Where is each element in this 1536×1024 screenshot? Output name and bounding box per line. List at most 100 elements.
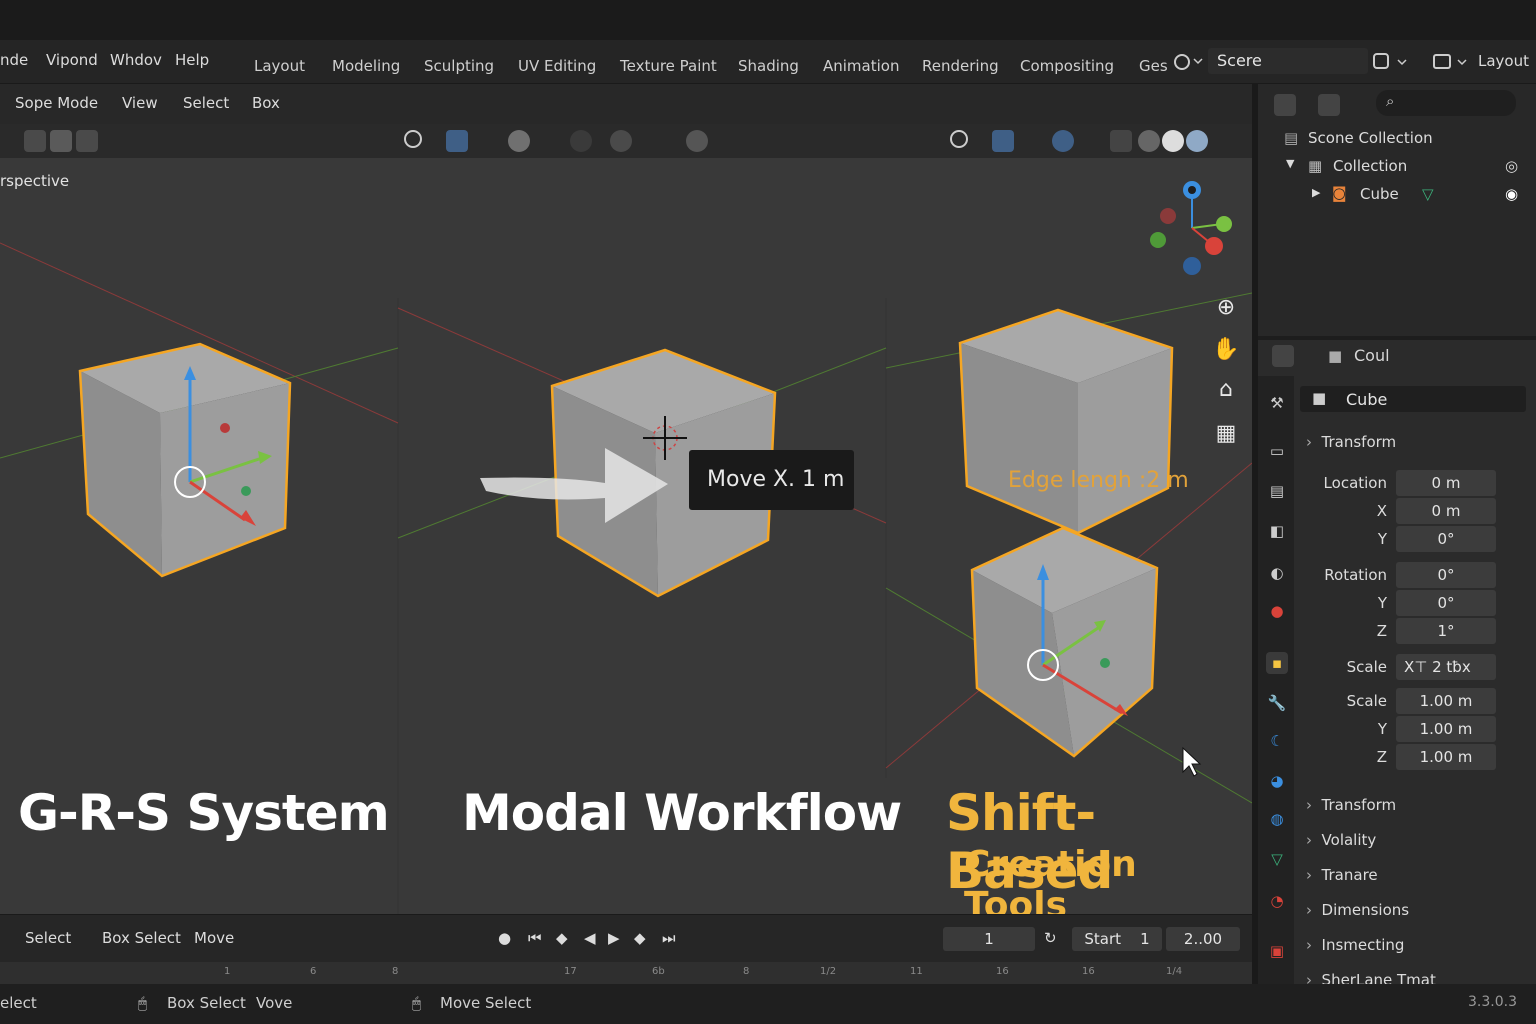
pan-hand-icon[interactable]: ✋	[1210, 334, 1242, 366]
menu-box[interactable]: Box	[252, 94, 280, 112]
scale-z-field[interactable]: 1.00 m	[1396, 744, 1496, 770]
navigation-gizmo[interactable]	[1150, 181, 1232, 275]
outliner-search-input[interactable]: ⌕	[1376, 90, 1516, 116]
modifier-tab-icon[interactable]: 🔧	[1266, 692, 1288, 714]
end-frame-field[interactable]: 2..00	[1166, 927, 1240, 951]
shading-material-icon[interactable]	[1186, 130, 1208, 152]
location-x-field[interactable]: 0 m	[1396, 470, 1496, 496]
physics-tab-icon[interactable]: ◕	[1266, 770, 1288, 792]
preview-range-icon[interactable]: ↻	[1044, 929, 1057, 947]
transform-section-header[interactable]: › Transform	[1306, 433, 1396, 451]
zoom-icon[interactable]: ⊕	[1210, 292, 1242, 324]
camera-view-icon[interactable]: ⌂	[1210, 374, 1242, 406]
tab-modeling[interactable]: Modeling	[332, 57, 400, 75]
prev-keyframe-icon[interactable]: ◆	[556, 929, 568, 947]
tab-texture-paint[interactable]: Texture Paint	[620, 57, 717, 75]
object-name-field[interactable]: ■ Cube	[1300, 386, 1526, 412]
scale-x-field[interactable]: 1.00 m	[1396, 688, 1496, 714]
visibility-icon[interactable]	[950, 130, 968, 148]
snap-icon[interactable]	[508, 130, 530, 152]
select-mode-vertex-icon[interactable]	[24, 130, 46, 152]
shading-wire-icon[interactable]	[1138, 130, 1160, 152]
display-mode-icon[interactable]	[1318, 94, 1340, 116]
tab-geometry[interactable]: Ges	[1139, 57, 1168, 75]
scene-tab-icon[interactable]: ◐	[1266, 562, 1288, 584]
scale-mode-dropdown[interactable]: X⊤ 2 tƀx	[1396, 654, 1496, 680]
menu-select[interactable]: Select	[183, 94, 229, 112]
menu-window[interactable]: nde	[0, 51, 28, 69]
cube-left[interactable]	[78, 342, 292, 578]
timeline-box-select[interactable]: Box Select	[102, 929, 181, 947]
scene-collection-label[interactable]: Scone Collection	[1308, 129, 1433, 147]
scale-y-field[interactable]: 1.00 m	[1396, 716, 1496, 742]
dimensions-section-header[interactable]: › Dimensions	[1306, 901, 1409, 919]
3d-viewport[interactable]: rspective ⊕ ✋ ⌂ ▦ Move X. 1 m Edge lengh…	[0, 158, 1252, 914]
expand-cube-icon[interactable]: ▶	[1312, 186, 1320, 199]
jump-end-icon[interactable]: ⏭	[662, 929, 676, 947]
object-tab-icon[interactable]: ▪	[1266, 652, 1288, 674]
output-tab-icon[interactable]: ▤	[1266, 480, 1288, 502]
view-layer-icon[interactable]	[1432, 51, 1472, 73]
menu-vipond[interactable]: Vipond	[46, 51, 98, 69]
tranare-section-header[interactable]: › Tranare	[1306, 866, 1378, 884]
volatility-section-header[interactable]: › Volality	[1306, 831, 1376, 849]
view-layer-name[interactable]: Layout	[1478, 52, 1529, 70]
menu-help[interactable]: Help	[175, 51, 209, 69]
location-y-field[interactable]: 0 m	[1396, 498, 1496, 524]
visibility-eye-icon[interactable]: ◉	[1505, 185, 1518, 203]
collection-label[interactable]: Collection	[1333, 157, 1407, 175]
falloff-icon[interactable]	[610, 130, 632, 152]
tab-compositing[interactable]: Compositing	[1020, 57, 1114, 75]
menu-view[interactable]: View	[122, 94, 158, 112]
insmecting-section-header[interactable]: › Insmecting	[1306, 936, 1404, 954]
new-scene-icon[interactable]	[1372, 51, 1412, 73]
scene-selector[interactable]: Scere	[1208, 48, 1368, 74]
timeline-ruler[interactable]: 1 6 8 17 6b 8 1/2 11 16 16 1/4	[0, 962, 1252, 984]
overlay-toggle-icon[interactable]	[686, 130, 708, 152]
timeline-select-menu[interactable]: Select	[25, 929, 71, 947]
tab-rendering[interactable]: Rendering	[922, 57, 999, 75]
play-reverse-icon[interactable]: ◀	[584, 929, 596, 947]
collection-exclude-icon[interactable]: ◎	[1505, 157, 1518, 175]
select-mode-face-icon[interactable]	[76, 130, 98, 152]
particles-tab-icon[interactable]: ☾	[1266, 730, 1288, 752]
transform2-section-header[interactable]: › Transform	[1306, 796, 1396, 814]
rotation-x-field[interactable]: 0°	[1396, 562, 1496, 588]
rotation-z-field[interactable]: 1°	[1396, 618, 1496, 644]
proportional-icon[interactable]	[570, 130, 592, 152]
expand-collection-icon[interactable]: ▼	[1286, 157, 1294, 170]
tab-animation[interactable]: Animation	[823, 57, 899, 75]
ortho-grid-icon[interactable]: ▦	[1210, 418, 1242, 450]
timeline-move[interactable]: Move	[194, 929, 234, 947]
world-tab-icon[interactable]: ●	[1266, 600, 1288, 622]
tab-shading[interactable]: Shading	[738, 57, 799, 75]
tab-layout[interactable]: Layout	[254, 57, 305, 75]
cube-right-bottom[interactable]	[970, 526, 1159, 758]
cube-label[interactable]: Cube	[1360, 185, 1399, 203]
editor-type-icon[interactable]	[1274, 94, 1296, 116]
tab-uv-editing[interactable]: UV Editing	[518, 57, 596, 75]
menu-window2[interactable]: Whdov	[110, 51, 162, 69]
location-z-field[interactable]: 0°	[1396, 526, 1496, 552]
last-section-header[interactable]: › SherLane Tmat	[1306, 971, 1436, 984]
cube-right-top[interactable]	[958, 308, 1174, 535]
select-mode-edge-icon[interactable]	[50, 130, 72, 152]
material-tab-icon[interactable]: ◔	[1266, 890, 1288, 912]
render-tab-icon[interactable]: ▭	[1266, 440, 1288, 462]
gizmo-icon[interactable]	[992, 130, 1014, 152]
record-icon[interactable]: ●	[498, 929, 511, 947]
current-frame-field[interactable]: 1	[943, 927, 1035, 951]
texture-tab-icon[interactable]: ▣	[1266, 940, 1288, 962]
overlays-icon[interactable]	[1052, 130, 1074, 152]
view-layer-tab-icon[interactable]: ◧	[1266, 520, 1288, 542]
mode-selector[interactable]: Sope Mode	[15, 94, 98, 112]
data-tab-icon[interactable]: ▽	[1266, 848, 1288, 870]
tab-sculpting[interactable]: Sculpting	[424, 57, 494, 75]
start-frame-field[interactable]: Start 1	[1072, 927, 1162, 951]
properties-editor-type-icon[interactable]	[1272, 345, 1294, 367]
pivot-icon[interactable]	[446, 130, 468, 152]
constraints-tab-icon[interactable]: ◍	[1266, 808, 1288, 830]
play-icon[interactable]: ▶	[608, 929, 620, 947]
next-keyframe-icon[interactable]: ◆	[634, 929, 646, 947]
shading-solid-icon[interactable]	[1162, 130, 1184, 152]
